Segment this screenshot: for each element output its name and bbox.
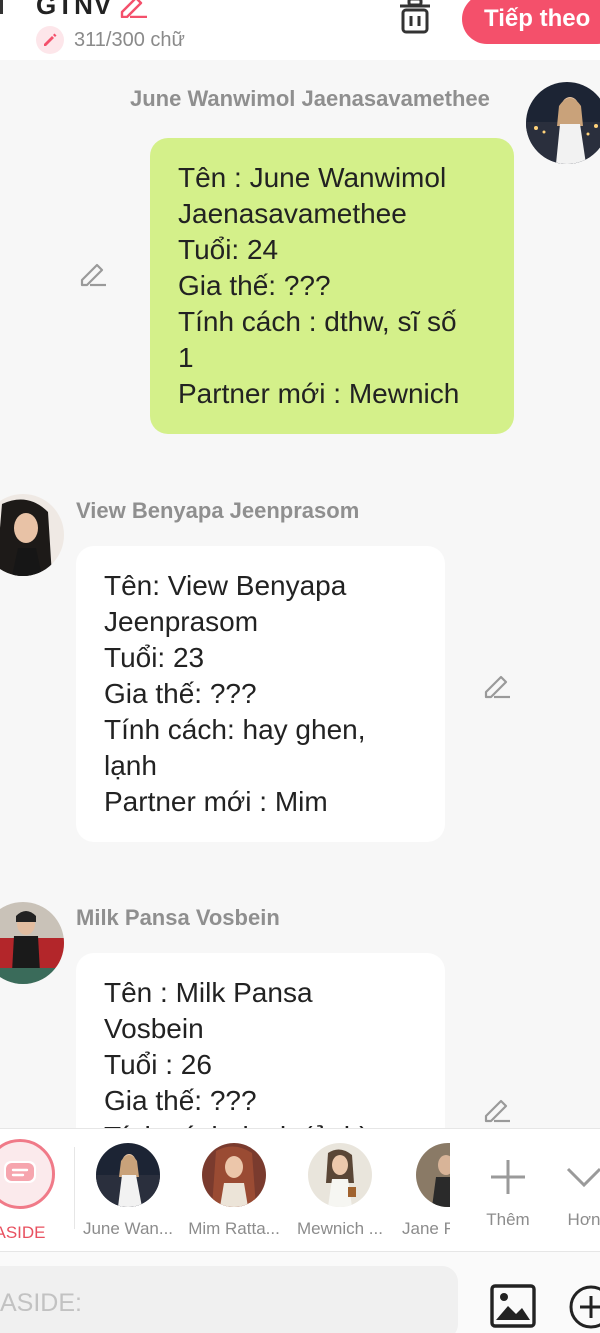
image-icon[interactable] bbox=[490, 1284, 536, 1328]
message-line: Vosbein bbox=[104, 1013, 204, 1044]
aside-chat-icon bbox=[0, 1139, 55, 1209]
chat-area[interactable]: June Wanwimol Jaenasavamethee Tên : June… bbox=[0, 60, 600, 1128]
character-bar: ASIDE June Wan... Mim Ratta... Mewnich .… bbox=[0, 1128, 600, 1252]
message-bubble[interactable]: Tên: View Benyapa Jeenprasom Tuổi: 23 Gi… bbox=[76, 546, 445, 842]
character-label: ASIDE bbox=[0, 1223, 46, 1242]
chevron-down-icon bbox=[566, 1167, 600, 1188]
edit-message-icon[interactable] bbox=[78, 258, 108, 288]
character-item[interactable]: Jane F bbox=[384, 1139, 450, 1239]
character-label: June Wan... bbox=[82, 1219, 174, 1238]
avatar bbox=[416, 1143, 450, 1207]
avatar bbox=[96, 1143, 160, 1207]
divider bbox=[74, 1147, 75, 1229]
message-line: Tuổi: 24 bbox=[178, 234, 279, 265]
message-line: Tính cách: lạnh (ảnh) bbox=[104, 1119, 417, 1128]
message-line: Tính cách: hay ghen, bbox=[104, 714, 366, 745]
trash-icon bbox=[400, 0, 430, 34]
more-button[interactable]: Hơn bbox=[538, 1139, 600, 1230]
title-row: GTNV bbox=[36, 0, 148, 21]
message-line: 1 bbox=[178, 342, 194, 373]
message-line: Gia thế: ??? bbox=[104, 1085, 257, 1116]
edit-title-icon[interactable] bbox=[118, 0, 148, 18]
input-area: ASIDE: bbox=[0, 1252, 600, 1333]
message-line: Tên : June Wanwimol bbox=[178, 162, 447, 193]
message-bubble[interactable]: Tên : Milk Pansa Vosbein Tuổi : 26 Gia t… bbox=[76, 953, 445, 1128]
message-line: Tuổi: 23 bbox=[104, 642, 205, 673]
back-icon[interactable] bbox=[0, 0, 3, 14]
character-label: Mewnich ... bbox=[297, 1219, 383, 1238]
avatar[interactable] bbox=[526, 82, 600, 164]
sender-name: Milk Pansa Vosbein bbox=[76, 905, 280, 930]
delete-button[interactable] bbox=[396, 0, 434, 36]
avatar[interactable] bbox=[0, 494, 64, 576]
pencil-badge-icon bbox=[36, 26, 64, 54]
next-button[interactable]: Tiếp theo bbox=[462, 0, 600, 44]
edit-message-icon[interactable] bbox=[482, 1094, 512, 1124]
character-item[interactable]: Mewnich ... bbox=[294, 1139, 386, 1239]
avatar bbox=[202, 1143, 266, 1207]
word-count: 311/300 chữ bbox=[74, 28, 185, 51]
sender-name: June Wanwimol Jaenasavamethee bbox=[130, 86, 490, 111]
page-title: GTNV bbox=[36, 0, 113, 20]
avatar[interactable] bbox=[0, 902, 64, 984]
message-bubble[interactable]: Tên : June Wanwimol Jaenasavamethee Tuổi… bbox=[150, 138, 514, 434]
message-line: Jaenasavamethee bbox=[178, 198, 407, 229]
plus-icon bbox=[491, 1160, 525, 1194]
message-line: Tên: View Benyapa bbox=[104, 570, 347, 601]
character-item[interactable]: June Wan... bbox=[82, 1139, 174, 1239]
message-line: Jeenprasom bbox=[104, 606, 259, 637]
message-line: Tuổi : 26 bbox=[104, 1049, 212, 1080]
message-line: Tên : Milk Pansa bbox=[104, 977, 313, 1008]
word-count-row: 311/300 chữ bbox=[36, 26, 185, 54]
sender-name: View Benyapa Jeenprasom bbox=[76, 498, 360, 523]
message-line: lạnh bbox=[104, 750, 157, 781]
edit-message-icon[interactable] bbox=[482, 670, 512, 700]
add-circle-icon[interactable] bbox=[568, 1284, 600, 1330]
message-input[interactable]: ASIDE: bbox=[0, 1266, 458, 1333]
character-aside[interactable]: ASIDE bbox=[0, 1139, 66, 1243]
avatar bbox=[308, 1143, 372, 1207]
character-item[interactable]: Mim Ratta... bbox=[188, 1139, 280, 1239]
character-label: Jane F bbox=[402, 1219, 450, 1238]
top-bar: GTNV 311/300 chữ Tiếp theo bbox=[0, 0, 600, 60]
character-label: Mim Ratta... bbox=[188, 1219, 280, 1238]
message-line: Partner mới : Mim bbox=[104, 786, 328, 817]
message-line: Partner mới : Mewnich bbox=[178, 378, 460, 409]
message-line: Gia thế: ??? bbox=[178, 270, 331, 301]
more-label: Hơn bbox=[567, 1210, 600, 1229]
message-line: Tính cách : dthw, sĩ số bbox=[178, 306, 457, 337]
message-line: Gia thế: ??? bbox=[104, 678, 257, 709]
